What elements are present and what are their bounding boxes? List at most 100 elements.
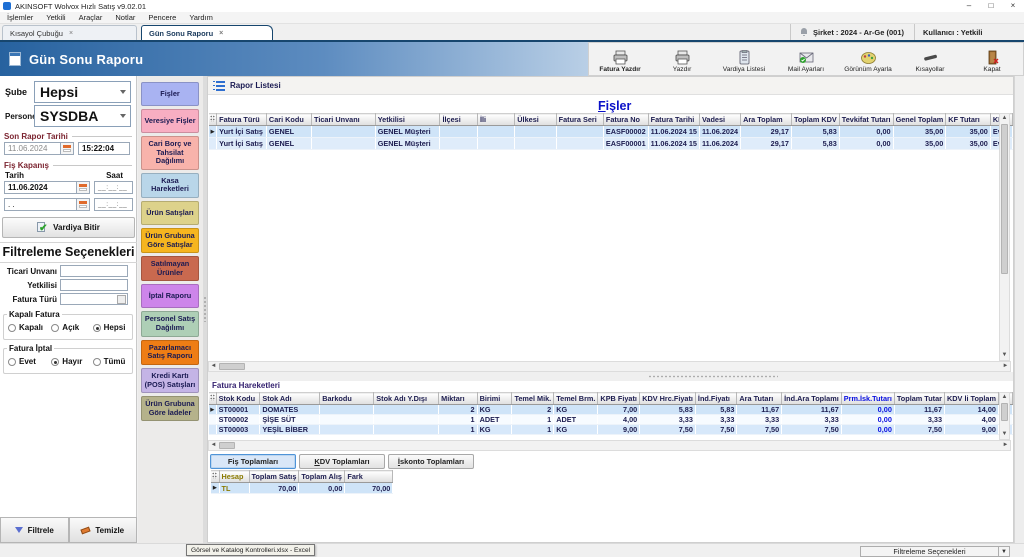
column-header[interactable]: Tevkifat Tutarı: [839, 114, 893, 126]
tab-i̇skonto-toplamları[interactable]: İskonto Toplamları: [388, 454, 474, 469]
report-button[interactable]: Ürün Grubuna Göre Satışlar: [141, 228, 199, 253]
kapanis-date-input[interactable]: 11.06.2024: [4, 181, 77, 194]
minimize-button[interactable]: –: [958, 0, 980, 12]
column-header[interactable]: Toplam Satış: [249, 471, 299, 483]
report-button[interactable]: Veresiye Fişler: [141, 109, 199, 133]
radio-tümü[interactable]: Tümü: [93, 357, 132, 366]
column-header[interactable]: Ara Tutarı: [737, 393, 782, 405]
column-header[interactable]: İnd.Fiyatı: [695, 393, 736, 405]
kapanis-date2-input[interactable]: . .: [4, 198, 77, 211]
column-header[interactable]: Temel Brm.: [554, 393, 598, 405]
menu-pencere[interactable]: Pencere: [148, 13, 176, 22]
vertical-scrollbar[interactable]: ▲▼: [999, 113, 1010, 361]
sube-select[interactable]: Hepsi: [34, 81, 131, 103]
maximize-button[interactable]: □: [980, 0, 1002, 12]
column-header[interactable]: KPB Fiyatı: [598, 393, 640, 405]
menu-islemler[interactable]: İşlemler: [7, 13, 33, 22]
column-header[interactable]: Stok Kodu: [216, 393, 260, 405]
menu-yardim[interactable]: Yardım: [189, 13, 213, 22]
lookup-icon[interactable]: [117, 295, 126, 304]
temizle-button[interactable]: Temizle: [69, 517, 138, 543]
grid-row[interactable]: ▶Yurt İçi SatışGENELGENEL MüşteriEASF000…: [209, 126, 1013, 138]
tab-kisayol-cubugu[interactable]: Kısayol Çubuğu ×: [2, 25, 137, 40]
column-header[interactable]: Cari Kodu: [266, 114, 311, 126]
column-header[interactable]: Fatura Seri: [556, 114, 603, 126]
column-header[interactable]: Hesap: [219, 471, 249, 483]
report-button[interactable]: Satılmayan Ürünler: [141, 256, 199, 281]
radio-hepsi[interactable]: Hepsi: [93, 323, 132, 332]
column-header[interactable]: Toplam KDV: [791, 114, 839, 126]
horizontal-scrollbar[interactable]: ◄►: [208, 440, 1011, 451]
horizontal-scrollbar[interactable]: ◄►: [208, 361, 1011, 372]
grid-row[interactable]: ▶TL70,000,0070,00: [211, 483, 393, 494]
column-header[interactable]: Temel Mik.: [512, 393, 554, 405]
column-header[interactable]: Prm.İsk.Tutarı: [841, 393, 894, 405]
report-button[interactable]: Ürün Satışları: [141, 201, 199, 225]
grid-row[interactable]: ▶ST00001DOMATES2KG2KG7,005,835,8311,6711…: [209, 405, 1013, 415]
filtrele-button[interactable]: Filtrele: [0, 517, 69, 543]
menu-araclar[interactable]: Araçlar: [79, 13, 103, 22]
vertical-scrollbar[interactable]: ▲▼: [999, 392, 1010, 440]
column-header[interactable]: Ülkesi: [515, 114, 556, 126]
tab-close-icon[interactable]: ×: [69, 30, 73, 37]
tab-gun-sonu-raporu[interactable]: Gün Sonu Raporu ×: [141, 25, 273, 40]
column-header[interactable]: İlçesi: [440, 114, 477, 126]
fatura-turu-input[interactable]: [60, 293, 128, 305]
column-header[interactable]: Stok Adı Y.Dışı: [374, 393, 439, 405]
ticari-unvani-input[interactable]: [60, 265, 128, 277]
report-button[interactable]: Kasa Hareketleri: [141, 173, 199, 198]
report-button[interactable]: Kredi Kartı (POS) Satışları: [141, 368, 199, 393]
kisayollar-button[interactable]: Kısayollar: [899, 43, 961, 75]
calendar-icon[interactable]: [77, 181, 90, 194]
menu-yetkili[interactable]: Yetkili: [46, 13, 65, 22]
column-header[interactable]: Ara Toplam: [741, 114, 792, 126]
radio-hayır[interactable]: Hayır: [51, 357, 92, 366]
column-header[interactable]: Fark: [345, 471, 393, 483]
column-header[interactable]: Genel Toplam: [893, 114, 946, 126]
report-button[interactable]: Personel Satış Dağılımı: [141, 311, 199, 336]
vardiya-bitir-button[interactable]: ✔ Vardiya Bitir: [2, 217, 135, 238]
report-button[interactable]: Fişler: [141, 82, 199, 106]
radio-açık[interactable]: Açık: [51, 323, 92, 332]
grid-row[interactable]: ST00003YEŞİL BİBER1KG1KG9,007,507,507,50…: [209, 425, 1013, 435]
report-button[interactable]: Pazarlamacı Satış Raporu: [141, 340, 199, 365]
column-header[interactable]: Miktarı: [439, 393, 477, 405]
column-header[interactable]: Barkodu: [320, 393, 374, 405]
personel-select[interactable]: SYSDBA: [34, 105, 131, 127]
filtreleme-secenekleri-button[interactable]: Filtreleme Seçenekleri ▼: [860, 546, 1010, 557]
column-header[interactable]: KDV Hrc.Fiyatı: [640, 393, 696, 405]
menu-notlar[interactable]: Notlar: [115, 13, 135, 22]
report-button[interactable]: Cari Borç ve Tahsilat Dağılımı: [141, 136, 199, 170]
column-header[interactable]: Yetkilisi: [375, 114, 440, 126]
fatura-yazdir-button[interactable]: Fatura Yazdır: [589, 43, 651, 75]
column-header[interactable]: Fatura Tarihi: [648, 114, 699, 126]
calendar-icon[interactable]: [61, 142, 74, 155]
column-header[interactable]: Stok Adı: [260, 393, 320, 405]
kapanis-time2-input[interactable]: __:__:__: [94, 198, 133, 211]
tab-close-icon[interactable]: ×: [219, 30, 223, 37]
radio-kapalı[interactable]: Kapalı: [8, 323, 51, 332]
column-header[interactable]: Birimi: [477, 393, 512, 405]
close-button[interactable]: ×: [1002, 0, 1024, 12]
column-header[interactable]: Vadesi: [699, 114, 740, 126]
report-button[interactable]: Ürün Grubuna Göre İadeler: [141, 396, 199, 421]
mail-ayarlari-button[interactable]: Mail Ayarları: [775, 43, 837, 75]
column-header[interactable]: Toplam Tutar: [894, 393, 944, 405]
report-button[interactable]: İptal Raporu: [141, 284, 199, 308]
column-header[interactable]: İnd.Ara Toplamı: [782, 393, 842, 405]
grid-splitter[interactable]: [208, 372, 1013, 381]
column-header[interactable]: İli: [477, 114, 514, 126]
kapanis-time-input[interactable]: __:__:__: [94, 181, 133, 194]
yetkilisi-input[interactable]: [60, 279, 128, 291]
yazdir-button[interactable]: Yazdır: [651, 43, 713, 75]
column-header[interactable]: KF Tutarı: [946, 114, 991, 126]
tab-kdv-toplamları[interactable]: KDV Toplamları: [299, 454, 385, 469]
column-header[interactable]: KDV li Toplam: [945, 393, 999, 405]
column-header[interactable]: Toplam Alış: [299, 471, 345, 483]
column-header[interactable]: Fatura No: [603, 114, 648, 126]
vardiya-listesi-button[interactable]: Vardiya Listesi: [713, 43, 775, 75]
column-header[interactable]: Fatura Türü: [217, 114, 267, 126]
kapat-button[interactable]: Kapat: [961, 43, 1023, 75]
gorunum-ayarla-button[interactable]: Görünüm Ayarla: [837, 43, 899, 75]
tab-fiş-toplamları[interactable]: Fiş Toplamları: [210, 454, 296, 469]
